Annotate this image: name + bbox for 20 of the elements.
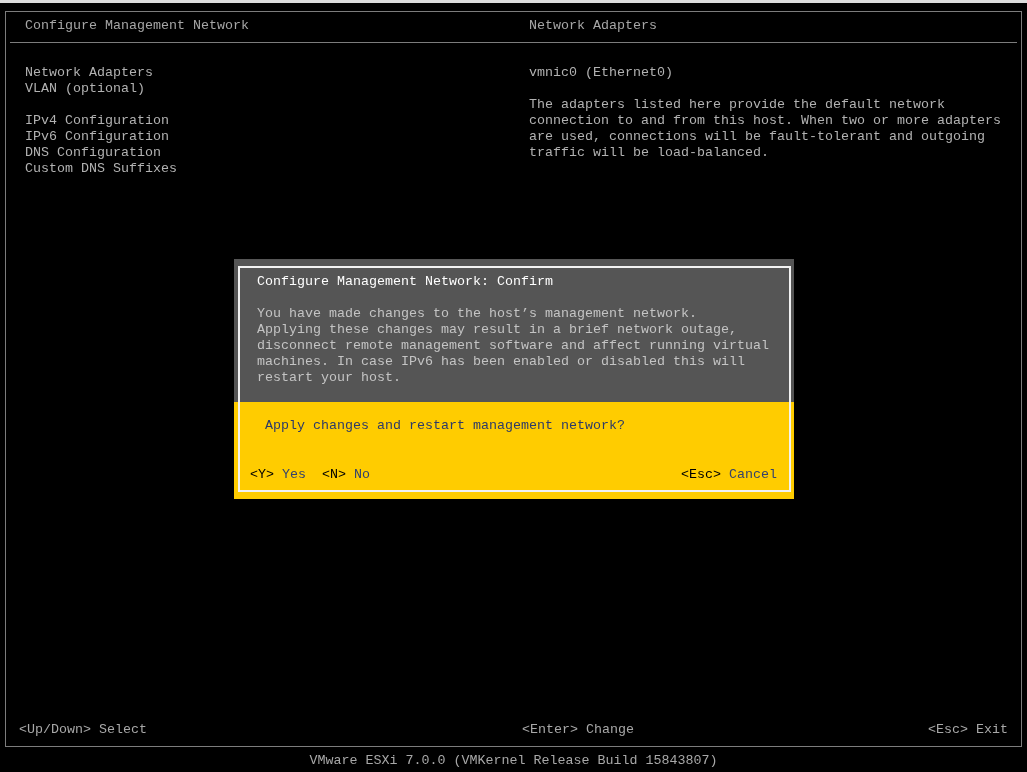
adapter-name: vmnic0 (Ethernet0) [529, 65, 673, 81]
menu-item[interactable]: IPv4 Configuration [25, 113, 169, 129]
key-action-button[interactable]: <N> No [322, 467, 370, 483]
pane-title: Configure Management Network [25, 18, 249, 34]
key-hint: <Enter> Change [522, 722, 634, 738]
question-text: Apply changes and restart management network? [265, 418, 625, 434]
menu-item[interactable]: VLAN (optional) [25, 81, 145, 97]
menu-item[interactable]: Network Adapters [25, 65, 153, 81]
dialog-message: You have made changes to the host’s management network. Applying these changes may result in a brief network outage, disconnect remote management software and affect running virtual machines. In case IPv6 has been enabled or disabled this will restart your host. [257, 306, 770, 386]
key-action-button[interactable]: <Esc> Cancel [681, 467, 777, 483]
dialog-title: Configure Management Network: Confirm [257, 274, 553, 290]
menu-item[interactable]: IPv6 Configuration [25, 129, 169, 145]
key-hint: <Esc> Exit [928, 722, 1008, 738]
menu-item[interactable]: Custom DNS Suffixes [25, 161, 177, 177]
key-action-button[interactable]: <Y> Yes [250, 467, 306, 483]
description-text: The adapters listed here provide the default network connection to and from this host. When two or more adapters are used, connections will be fault-tolerant and outgoing traffic will be load-balanced. [529, 97, 1002, 161]
version-text: VMware ESXi 7.0.0 (VMKernel Release Build 15843807) [309, 753, 718, 770]
menu-item[interactable]: DNS Configuration [25, 145, 161, 161]
key-hint: <Up/Down> Select [19, 722, 147, 738]
pane-title: Network Adapters [529, 18, 657, 34]
